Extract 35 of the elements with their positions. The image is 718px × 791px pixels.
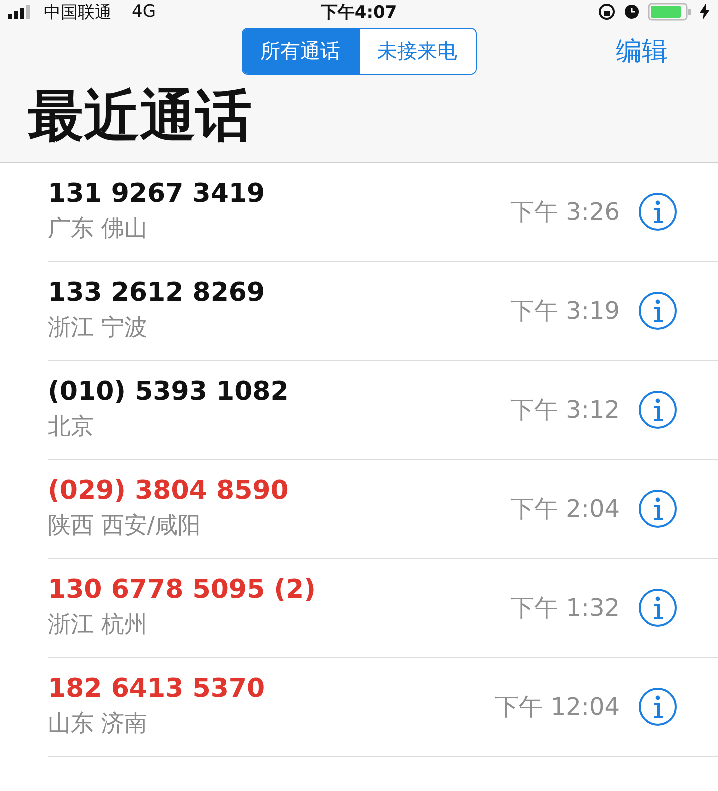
- info-icon[interactable]: [638, 192, 678, 232]
- rotation-lock-icon: [598, 3, 616, 21]
- battery-icon: [648, 3, 692, 21]
- phone-number: 131 9267 3419: [48, 179, 266, 210]
- page-title: 最近通话: [28, 86, 252, 148]
- edit-button[interactable]: 编辑: [610, 32, 674, 70]
- location-label: 山东 济南: [48, 710, 148, 740]
- location-label: 北京: [48, 413, 95, 442]
- info-icon[interactable]: [638, 488, 678, 529]
- info-icon[interactable]: [638, 290, 678, 331]
- phone-number: (010) 5393 1082: [48, 377, 290, 408]
- location-label: 广东 佛山: [48, 215, 148, 244]
- carrier-name: 中国联通: [44, 2, 112, 24]
- call-time: 下午 3:19: [510, 296, 620, 327]
- info-icon[interactable]: [638, 588, 678, 628]
- status-time: 下午4:07: [320, 2, 398, 24]
- phone-number: (029) 3804 8590: [48, 476, 290, 506]
- location-label: 陕西 西安/咸阳: [48, 512, 202, 542]
- location-label: 浙江 宁波: [48, 314, 148, 344]
- location-label: 浙江 杭州: [48, 611, 148, 640]
- call-time: 下午 12:04: [495, 692, 620, 723]
- call-time: 下午 1:32: [510, 592, 620, 624]
- call-time: 下午 2:04: [510, 494, 620, 525]
- alarm-icon: [624, 4, 640, 20]
- call-time: 下午 3:12: [510, 394, 620, 426]
- phone-number: 130 6778 5095 (2): [48, 575, 318, 606]
- charging-icon: [700, 4, 710, 20]
- segment-tab[interactable]: 所有通话: [242, 28, 358, 74]
- segment-tab[interactable]: 未接来电: [358, 28, 476, 74]
- info-icon[interactable]: [638, 390, 678, 430]
- phone-number: 182 6413 5370: [48, 674, 266, 704]
- phone-number: 133 2612 8269: [48, 278, 266, 308]
- network-type: 4G: [132, 2, 156, 22]
- call-time: 下午 3:26: [510, 196, 620, 228]
- info-icon[interactable]: [638, 686, 678, 727]
